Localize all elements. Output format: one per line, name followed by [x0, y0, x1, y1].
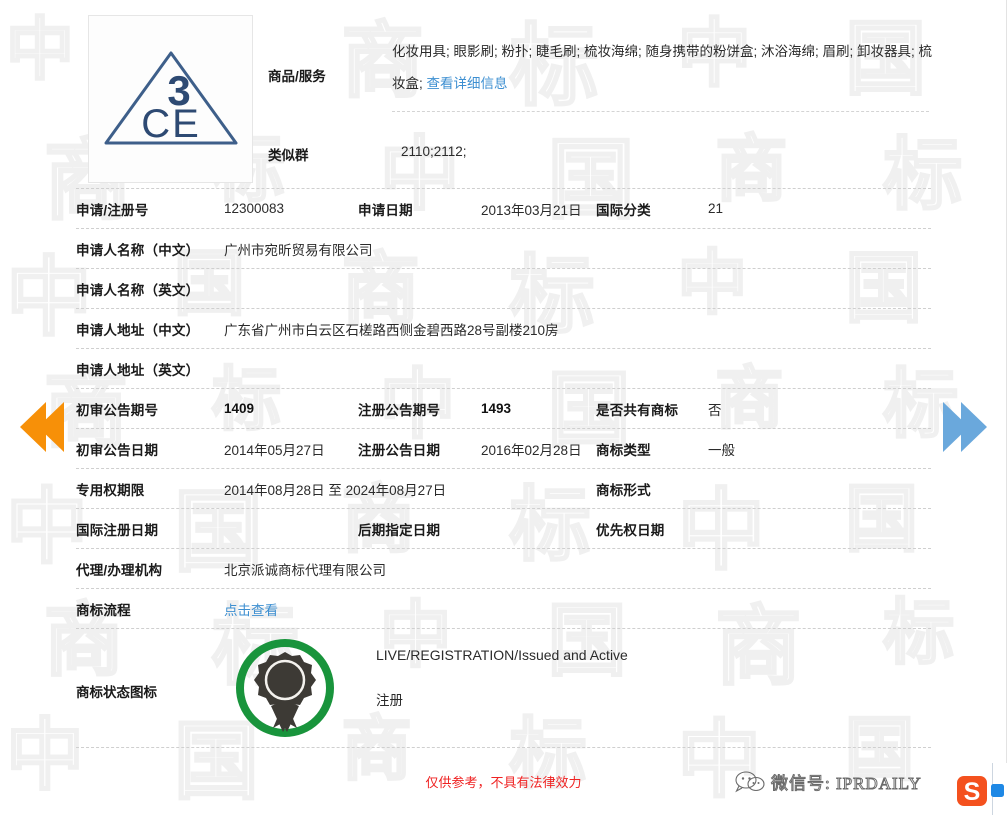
row-label-col1: 申请人地址（中文） — [76, 322, 200, 338]
row-label-col2: 后期指定日期 — [358, 522, 441, 538]
sogou-letter: S — [964, 778, 981, 806]
row-value-col1: 广东省广州市白云区石槎路西侧金碧西路28号副楼210房 — [224, 322, 559, 338]
row-label-col2: 注册公告期号 — [358, 402, 441, 418]
row-label-col1: 申请人地址（英文） — [76, 362, 200, 378]
table-row: 国际注册日期 后期指定日期 优先权日期 — [76, 509, 931, 549]
row-label-col1: 初审公告期号 — [76, 402, 159, 418]
sogou-logo-icon: S — [957, 776, 1004, 806]
status-badge — [233, 636, 337, 740]
table-row: 初审公告期号 1409 注册公告期号 1493 是否共有商标 否 — [76, 389, 931, 429]
frame-edge-left — [0, 0, 1, 815]
row-label-col1: 申请人名称（英文） — [76, 282, 200, 298]
trademark-record-table: 3 CE 商品/服务 化妆用具; 眼影刷; 粉扑; 睫毛刷; 梳妆海绵; 随身携… — [76, 10, 932, 748]
trademark-3ce-logo-icon: 3 CE — [104, 51, 237, 146]
row-value-col2: 2016年02月28日 — [481, 442, 582, 458]
goods-section-divider — [392, 111, 929, 112]
goods-services-value: 化妆用具; 眼影刷; 粉扑; 睫毛刷; 梳妆海绵; 随身携带的粉饼盒; 沐浴海绵… — [392, 36, 932, 100]
row-value-col2: 2013年03月21日 — [481, 202, 582, 218]
chevron-right-icon — [943, 402, 987, 452]
similar-group-label: 类似群 — [268, 148, 309, 163]
row-value-col1: 2014年08月28日 至 2024年08月27日 — [224, 482, 447, 498]
table-row: 申请/注册号 12300083 申请日期 2013年03月21日 国际分类 21 — [76, 189, 931, 229]
goods-detail-link[interactable]: 查看详细信息 — [427, 76, 508, 91]
wechat-bubble-icon — [735, 770, 765, 792]
table-row: 申请人名称（英文） — [76, 269, 931, 309]
chevron-left-icon — [20, 402, 64, 452]
sogou-browser-badge[interactable]: S — [955, 770, 1005, 815]
logo-letters-ce: CE — [141, 102, 201, 146]
row-value-col3: 21 — [708, 201, 724, 216]
row-value-col1: 2014年05月27日 — [224, 442, 325, 458]
table-row: 专用权期限 2014年08月28日 至 2024年08月27日 商标形式 — [76, 469, 931, 509]
row-label-col3: 国际分类 — [596, 202, 651, 218]
row-label-col3: 是否共有商标 — [596, 402, 679, 418]
row-label-col1: 初审公告日期 — [76, 442, 159, 458]
row-label-col2: 注册公告日期 — [358, 442, 441, 458]
prev-record-button[interactable] — [20, 398, 64, 461]
table-row: 申请人名称（中文） 广州市宛昕贸易有限公司 — [76, 229, 931, 269]
row-value-col2: 1493 — [481, 401, 512, 416]
row-label-col1: 申请/注册号 — [76, 202, 149, 218]
row-label-col3: 商标形式 — [596, 482, 651, 498]
table-row: 代理/办理机构 北京派诚商标代理有限公司 — [76, 549, 931, 589]
wechat-id-text: 微信号: IPRDAILY — [771, 774, 922, 794]
wechat-watermark: 微信号: IPRDAILY — [735, 769, 922, 794]
row-label-col1: 申请人名称（中文） — [76, 242, 200, 258]
table-row: 申请人地址（中文） 广东省广州市白云区石槎路西侧金碧西路28号副楼210房 — [76, 309, 931, 349]
similar-group-value: 2110;2112; — [401, 144, 467, 159]
process-view-link[interactable]: 点击查看 — [224, 599, 278, 619]
row-label-col1: 国际注册日期 — [76, 522, 159, 538]
process-label: 商标流程 — [76, 602, 131, 618]
row-value-col3: 一般 — [708, 442, 735, 458]
row-label-col2: 申请日期 — [358, 202, 413, 218]
row-label-col3: 优先权日期 — [596, 522, 665, 538]
row-value-col3: 否 — [708, 402, 722, 418]
row-value-col1: 12300083 — [224, 201, 285, 216]
row-label-col1: 代理/办理机构 — [76, 562, 163, 578]
next-record-button[interactable] — [943, 398, 987, 461]
trademark-header-row: 3 CE 商品/服务 化妆用具; 眼影刷; 粉扑; 睫毛刷; 梳妆海绵; 随身携… — [76, 10, 932, 189]
table-row: 初审公告日期 2014年05月27日 注册公告日期 2016年02月28日 商标类型 一般 — [76, 429, 931, 469]
goods-services-label: 商品/服务 — [268, 69, 326, 84]
status-secondary-text: 注册 — [376, 693, 403, 708]
trademark-logo-image: 3 CE — [88, 15, 253, 183]
row-label-col1: 专用权期限 — [76, 482, 145, 498]
table-row-status: 商标状态图标 LIVE/REGISTRATION/Issued and Acti… — [76, 629, 931, 748]
award-ribbon-icon — [236, 639, 334, 737]
row-value-col1: 广州市宛昕贸易有限公司 — [224, 242, 373, 258]
status-primary-text: LIVE/REGISTRATION/Issued and Active — [376, 647, 628, 663]
row-value-col1: 1409 — [224, 401, 255, 416]
row-label-col3: 商标类型 — [596, 442, 651, 458]
table-row-process: 商标流程 点击查看 — [76, 589, 931, 629]
record-rows-container: 申请/注册号 12300083 申请日期 2013年03月21日 国际分类 21 申请人名称… — [76, 189, 931, 589]
table-row: 申请人地址（英文） — [76, 349, 931, 389]
status-label: 商标状态图标 — [76, 685, 157, 700]
row-value-col1: 北京派诚商标代理有限公司 — [224, 562, 386, 578]
